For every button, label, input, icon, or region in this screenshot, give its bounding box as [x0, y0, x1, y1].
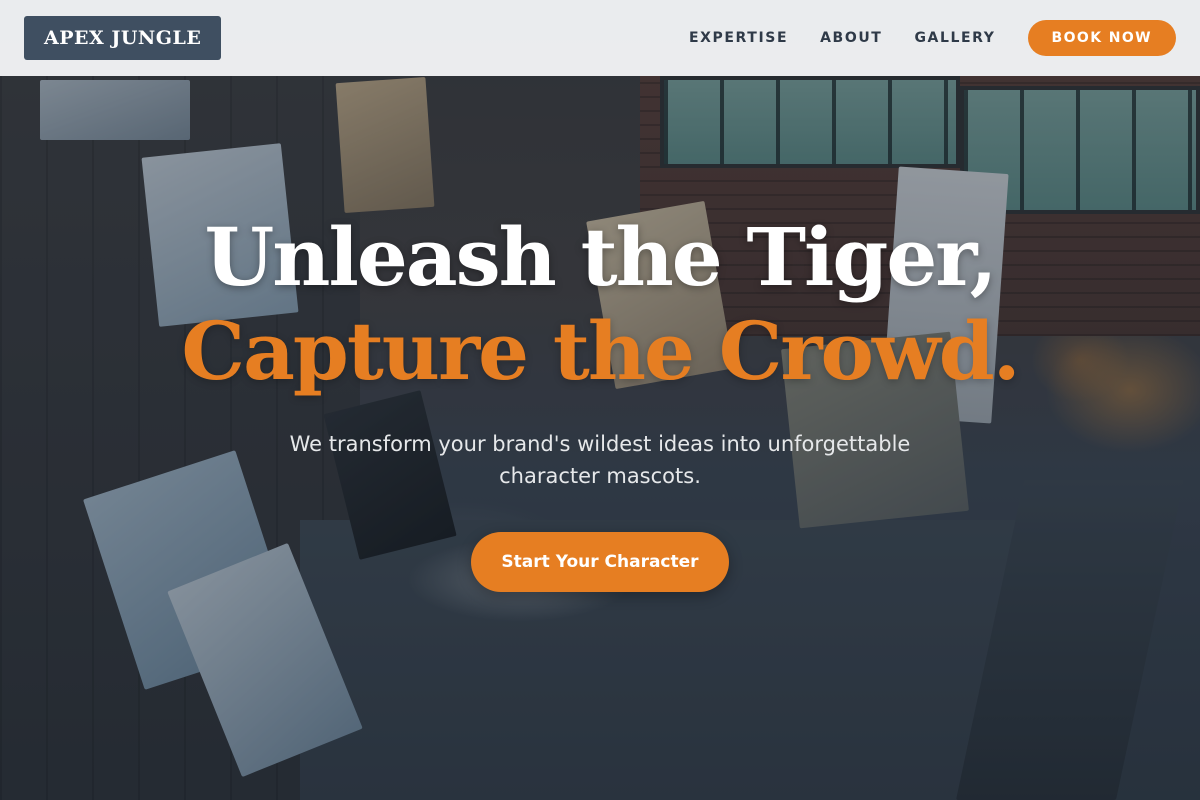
nav-link-about[interactable]: ABOUT — [820, 30, 882, 46]
hero-headline: Unleash the Tiger, Capture the Crowd. — [0, 210, 1200, 398]
start-character-button[interactable]: Start Your Character — [471, 532, 729, 592]
nav-link-gallery[interactable]: GALLERY — [914, 30, 995, 46]
brand-logo[interactable]: APEX JUNGLE — [24, 16, 222, 60]
headline-line-1: Unleash the Tiger, — [204, 210, 998, 304]
hero-subtitle: We transform your brand's wildest ideas … — [289, 432, 911, 488]
headline-line-2: Capture the Crowd. — [181, 304, 1020, 398]
main-nav: EXPERTISE ABOUT GALLERY BOOK NOW — [689, 20, 1176, 56]
nav-link-expertise[interactable]: EXPERTISE — [689, 30, 788, 46]
hero-section: Unleash the Tiger, Capture the Crowd. We… — [0, 210, 1200, 592]
book-now-button[interactable]: BOOK NOW — [1027, 20, 1176, 56]
site-header: APEX JUNGLE EXPERTISE ABOUT GALLERY BOOK… — [0, 0, 1200, 76]
